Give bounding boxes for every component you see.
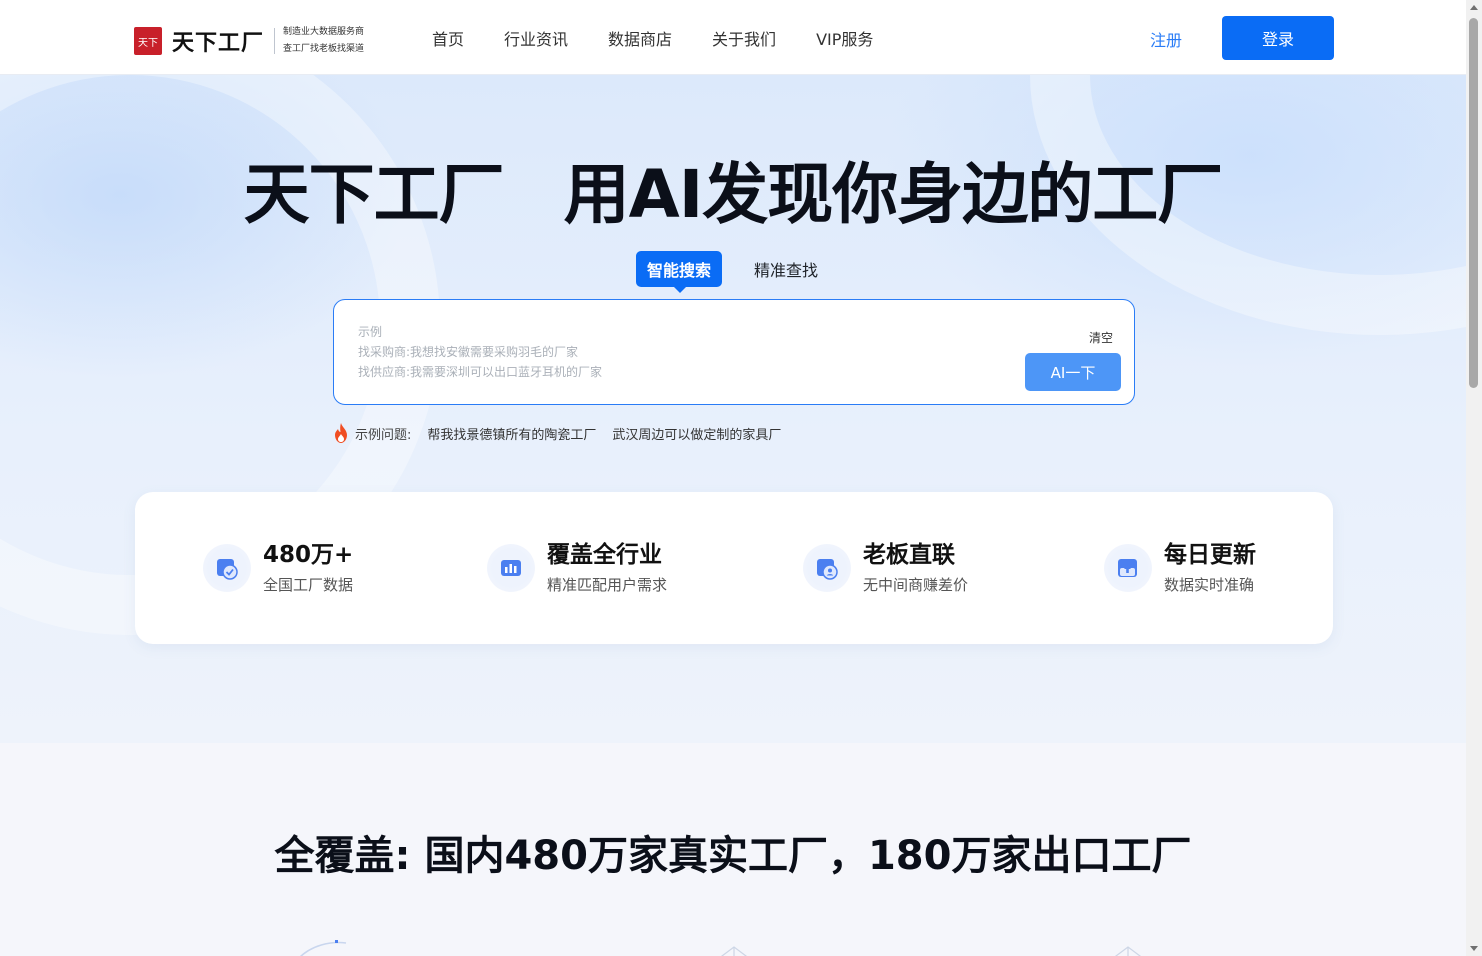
scroll-up-arrow-icon[interactable]: [1470, 5, 1478, 10]
site-logo[interactable]: 天下 天下工厂 制造业大数据服务商 查工厂找老板找渠道: [134, 24, 364, 58]
hero-title-brand: 天下工厂: [243, 156, 505, 233]
decor-arc-icon: [300, 940, 347, 956]
tagline-line-1: 制造业大数据服务商: [283, 27, 365, 37]
logo-tagline: 制造业大数据服务商 查工厂找老板找渠道: [283, 24, 364, 58]
fire-icon: [335, 423, 347, 443]
tab-smart-search[interactable]: 智能搜索: [636, 251, 723, 293]
nav-item-industry-news[interactable]: 行业资讯: [504, 26, 568, 50]
search-input[interactable]: [358, 322, 998, 386]
scroll-down-arrow-icon[interactable]: [1470, 946, 1478, 951]
stat-subtitle: 无中间商赚差价: [863, 576, 969, 594]
nav-item-data-store[interactable]: 数据商店: [608, 26, 672, 50]
top-navbar: 天下 天下工厂 制造业大数据服务商 查工厂找老板找渠道 首页 行业资讯 数据商店…: [0, 0, 1466, 75]
stats-card: 480万+ 全国工厂数据 覆盖全行业 精准匹配用户需求 老板直联 无中间商赚差价: [135, 492, 1333, 644]
login-button[interactable]: 登录: [1222, 16, 1334, 60]
stat-title: 每日更新: [1164, 542, 1256, 568]
bar-chart-icon: [487, 543, 535, 592]
stat-subtitle: 数据实时准确: [1164, 576, 1255, 594]
hero-title: 天下工厂 用AI发现你身边的工厂: [0, 141, 1466, 237]
check-chart-icon: [203, 543, 251, 592]
coverage-section: 全覆盖: 国内480万家真实工厂，180万家出口工厂: [0, 743, 1466, 956]
register-link[interactable]: 注册: [1150, 27, 1182, 51]
stat-factory-count: 480万+ 全国工厂数据: [203, 540, 353, 595]
search-mode-tabs: 智能搜索 精准查找: [636, 251, 818, 293]
search-box: 示例 找采购商:我想找安徽需要采购羽毛的厂家 找供应商:我需要深圳可以出口蓝牙耳…: [333, 299, 1135, 405]
decor-cube-icon: [721, 946, 747, 956]
scroll-thumb[interactable]: [1469, 18, 1478, 388]
stat-industry-coverage: 覆盖全行业 精准匹配用户需求: [487, 540, 667, 595]
stat-title: 480万+: [263, 542, 354, 568]
stat-subtitle: 全国工厂数据: [263, 576, 354, 594]
nav-item-vip-service[interactable]: VIP服务: [816, 26, 873, 50]
logo-mark-icon: 天下: [134, 27, 162, 55]
upload-icon: [1104, 543, 1152, 592]
decor-cube-icon: [1115, 946, 1141, 956]
stat-daily-update: 每日更新 数据实时准确: [1104, 540, 1256, 595]
stat-title: 覆盖全行业: [547, 542, 662, 568]
hero-title-slogan: 用AI发现你身边的工厂: [563, 156, 1224, 233]
stat-boss-direct: 老板直联 无中间商赚差价: [803, 540, 968, 595]
hero-section: 天下工厂 用AI发现你身边的工厂 智能搜索 精准查找 示例 找采购商:我想找安徽需…: [0, 75, 1466, 743]
logo-name: 天下工厂: [172, 31, 265, 56]
example-question-1[interactable]: 帮我找景德镇所有的陶瓷工厂: [427, 424, 596, 443]
example-label: 示例问题:: [355, 427, 412, 443]
stat-title: 老板直联: [863, 542, 955, 568]
coverage-title: 全覆盖: 国内480万家真实工厂，180万家出口工厂: [274, 833, 1192, 879]
stat-subtitle: 精准匹配用户需求: [547, 576, 668, 594]
page-scrollbar[interactable]: [1466, 0, 1482, 956]
user-contact-icon: [803, 543, 851, 592]
main-nav: 首页 行业资讯 数据商店 关于我们 VIP服务: [432, 26, 913, 50]
tab-precise-search[interactable]: 精准查找: [754, 257, 818, 281]
logo-divider: [274, 28, 276, 54]
tagline-line-2: 查工厂找老板找渠道: [283, 44, 365, 54]
clear-button[interactable]: 清空: [1089, 329, 1113, 346]
ai-search-button[interactable]: AI一下: [1025, 353, 1121, 391]
example-question-2[interactable]: 武汉周边可以做定制的家具厂: [612, 424, 781, 443]
nav-item-home[interactable]: 首页: [432, 26, 464, 50]
example-questions: 示例问题: 帮我找景德镇所有的陶瓷工厂 武汉周边可以做定制的家具厂: [333, 423, 797, 443]
nav-item-about-us[interactable]: 关于我们: [712, 26, 776, 50]
